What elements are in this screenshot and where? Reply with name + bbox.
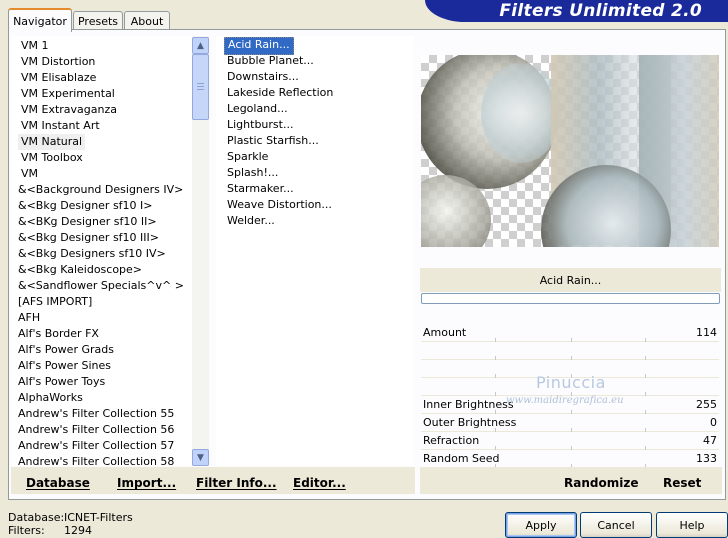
tab-navigator[interactable]: Navigator <box>8 8 72 32</box>
param-label: Refraction <box>423 434 480 447</box>
grip-line <box>197 89 204 90</box>
param-slider-row[interactable] <box>421 342 719 360</box>
editor-button[interactable]: Editor... <box>293 474 346 492</box>
grip-line <box>197 83 204 84</box>
status-filters-label: Filters: <box>8 524 45 537</box>
param-slider-row[interactable]: Amount 114 <box>421 324 719 342</box>
category-item[interactable]: Andrew's Filter Collection 55 <box>15 406 177 422</box>
tab-label: Navigator <box>13 14 67 28</box>
category-item[interactable]: AFH <box>15 310 43 326</box>
apply-label: Apply <box>525 518 557 532</box>
category-item[interactable]: Andrew's Filter Collection 58 <box>15 454 177 466</box>
param-value: 114 <box>696 326 717 339</box>
category-item[interactable]: VM Experimental <box>18 86 118 102</box>
category-list[interactable]: VM 1 VM Distortion VM Elisablaze VM Experim… <box>12 36 192 466</box>
watermark-url: www.maidiregrafica.eu <box>506 395 624 406</box>
chevron-up-icon: ▲ <box>197 40 204 51</box>
watermark-name: Pinuccia <box>536 373 606 392</box>
status-database-label: Database: <box>8 511 65 524</box>
category-item[interactable]: Alf's Power Toys <box>15 374 108 390</box>
status-filters-value: 1294 <box>64 524 92 537</box>
category-item[interactable]: [AFS IMPORT] <box>15 294 95 310</box>
category-item[interactable]: VM Distortion <box>18 54 98 70</box>
category-item[interactable]: Andrew's Filter Collection 56 <box>15 422 177 438</box>
param-label: Outer Brightness <box>423 416 517 429</box>
scroll-down-button[interactable]: ▼ <box>192 449 209 466</box>
preview-glow <box>481 63 561 163</box>
app-title: Filters Unlimited 2.0 <box>499 1 702 21</box>
filter-name-strip: Acid Rain... <box>420 268 721 292</box>
category-item[interactable]: AlphaWorks <box>15 390 86 406</box>
param-label: Random Seed <box>423 452 500 465</box>
param-value: 0 <box>710 416 717 429</box>
status-filters: Filters: 1294 <box>8 524 92 537</box>
filter-item[interactable]: Bubble Planet... <box>224 53 317 69</box>
category-item[interactable]: &<Bkg Designer sf10 I> <box>15 198 156 214</box>
apply-button[interactable]: Apply <box>505 512 577 538</box>
progress-bar <box>421 293 720 304</box>
help-label: Help <box>679 518 705 532</box>
filter-list[interactable]: Acid Rain... Bubble Planet... Downstairs..… <box>216 36 414 466</box>
filter-item[interactable]: Weave Distortion... <box>224 197 335 213</box>
status-database-value: ICNET-Filters <box>64 511 133 524</box>
category-item[interactable]: VM Toolbox <box>18 150 86 166</box>
cancel-button[interactable]: Cancel <box>580 512 652 538</box>
category-item[interactable]: Alf's Border FX <box>15 326 102 342</box>
filter-item[interactable]: Legoland... <box>224 101 291 117</box>
param-slider-row[interactable]: Outer Brightness 0 <box>421 414 719 432</box>
param-label: Inner Brightness <box>423 398 514 411</box>
param-label: Amount <box>423 326 467 339</box>
cancel-label: Cancel <box>597 518 635 532</box>
category-item[interactable]: Alf's Power Sines <box>15 358 114 374</box>
scroll-up-button[interactable]: ▲ <box>192 37 209 54</box>
param-value: 47 <box>703 434 717 447</box>
help-button[interactable]: Help <box>656 512 728 538</box>
filter-item[interactable]: Starmaker... <box>224 181 297 197</box>
database-button[interactable]: Database <box>26 474 90 492</box>
filter-item[interactable]: Sparkle <box>224 149 271 165</box>
category-item[interactable]: &<Bkg Designers sf10 IV> <box>15 246 169 262</box>
filter-item[interactable]: Lightburst... <box>224 117 296 133</box>
import-button[interactable]: Import... <box>117 474 176 492</box>
category-item[interactable]: &<Background Designers IV> <box>15 182 186 198</box>
current-filter-name: Acid Rain... <box>539 273 602 287</box>
category-item[interactable]: &<Sandflower Specials^v^ > <box>15 278 187 294</box>
title-banner: Filters Unlimited 2.0 <box>425 0 728 22</box>
category-item[interactable]: VM 1 <box>18 38 52 54</box>
category-item[interactable]: VM Elisablaze <box>18 70 99 86</box>
category-item[interactable]: &<Bkg Kaleidoscope> <box>15 262 145 278</box>
filter-item[interactable]: Lakeside Reflection <box>224 85 336 101</box>
filter-item[interactable]: Splash!... <box>224 165 281 181</box>
tab-label: About <box>130 14 164 28</box>
tab-presets[interactable]: Presets <box>73 11 123 30</box>
category-item[interactable]: Alf's Power Grads <box>15 342 117 358</box>
filter-item[interactable]: Downstairs... <box>224 69 302 85</box>
category-item[interactable]: VM <box>18 166 41 182</box>
randomize-button[interactable]: Randomize <box>564 474 638 492</box>
grip-line <box>197 86 204 87</box>
status-database: Database: ICNET-Filters <box>8 511 133 524</box>
param-value: 255 <box>696 398 717 411</box>
tab-about[interactable]: About <box>124 11 170 30</box>
param-slider-row[interactable]: Random Seed 133 <box>421 450 719 468</box>
scroll-thumb[interactable] <box>192 54 209 120</box>
category-item[interactable]: VM Instant Art <box>18 118 103 134</box>
category-scrollbar[interactable]: ▲ ▼ <box>192 36 209 466</box>
category-item[interactable]: VM Natural <box>18 134 86 150</box>
filter-item[interactable]: Plastic Starfish... <box>224 133 322 149</box>
category-item[interactable]: &<BKg Designer sf10 II> <box>15 214 160 230</box>
filter-info-button[interactable]: Filter Info... <box>196 474 277 492</box>
category-item[interactable]: VM Extravaganza <box>18 102 120 118</box>
tab-label: Presets <box>77 14 119 28</box>
filter-item[interactable]: Welder... <box>224 213 278 229</box>
param-slider-row[interactable]: Refraction 47 <box>421 432 719 450</box>
reset-button[interactable]: Reset <box>663 474 701 492</box>
category-item[interactable]: &<Bkg Designer sf10 III> <box>15 230 162 246</box>
category-item[interactable]: Andrew's Filter Collection 57 <box>15 438 177 454</box>
param-value: 133 <box>696 452 717 465</box>
chevron-down-icon: ▼ <box>197 452 204 463</box>
preview-image <box>421 55 719 247</box>
